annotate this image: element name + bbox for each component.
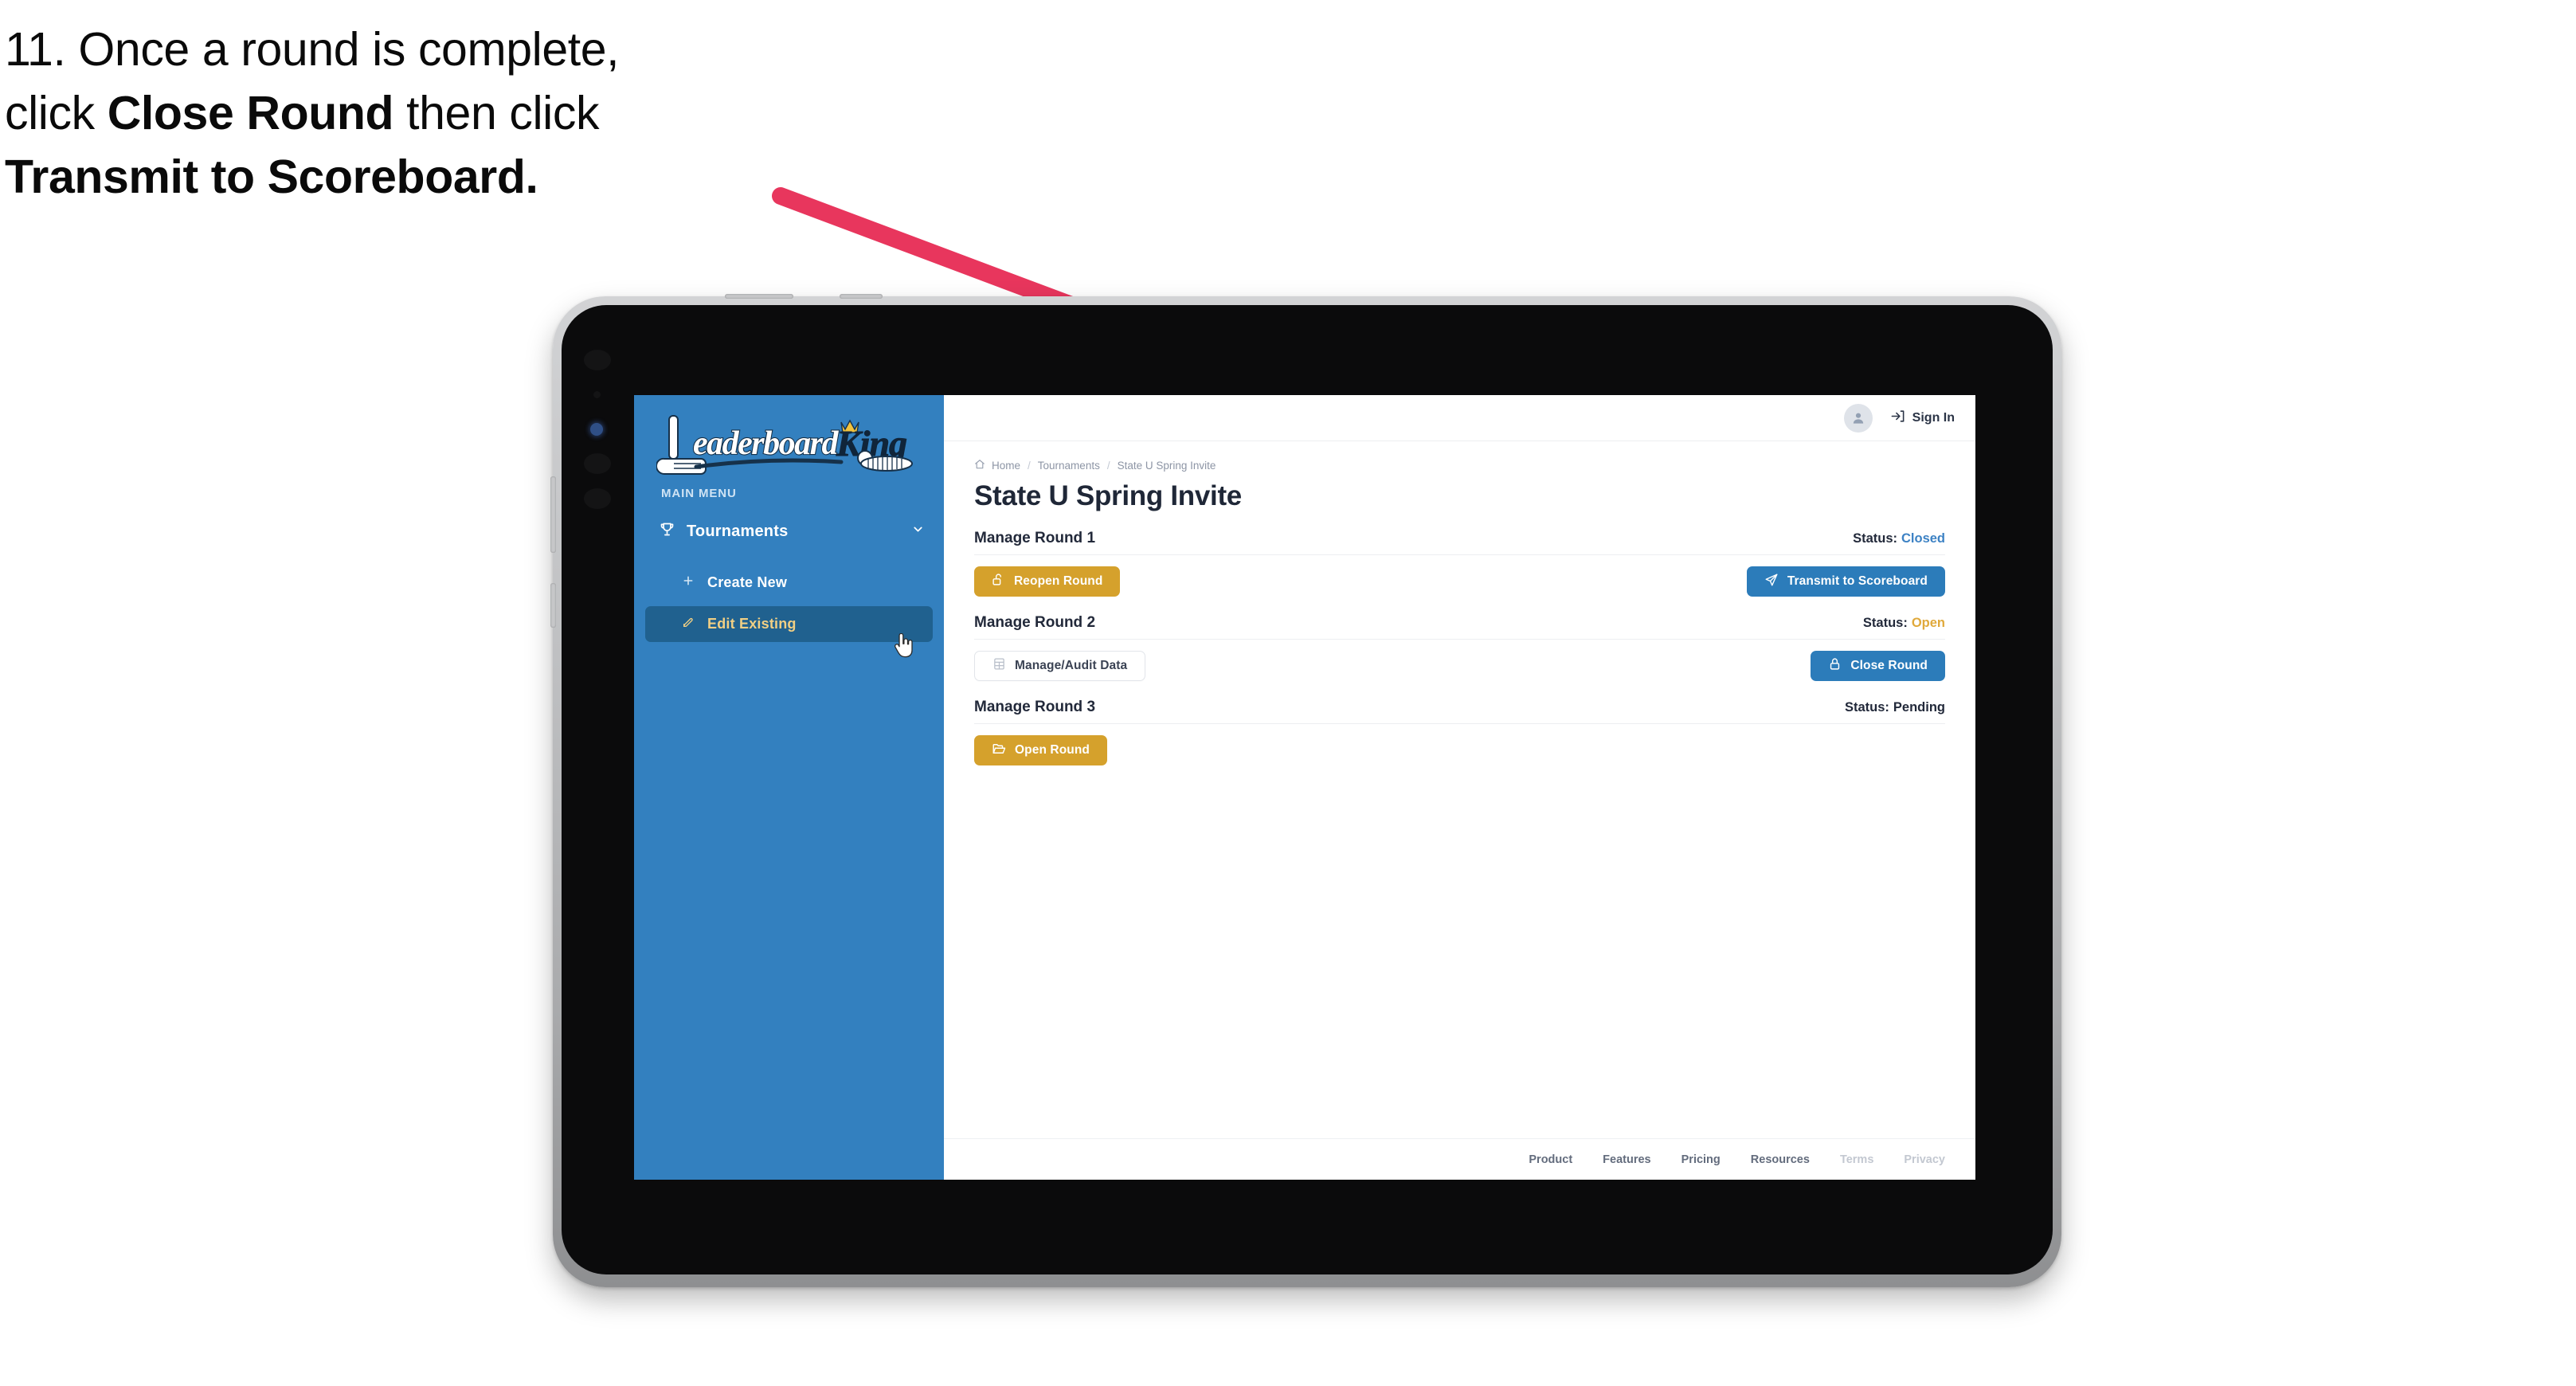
button-label: Transmit to Scoreboard bbox=[1787, 574, 1928, 588]
round-header: Manage Round 3 Status: Pending bbox=[974, 699, 1945, 724]
reopen-round-button[interactable]: Reopen Round bbox=[974, 566, 1121, 597]
breadcrumb-separator: / bbox=[1106, 460, 1110, 472]
breadcrumb: Home / Tournaments / State U Spring Invi… bbox=[974, 459, 1945, 472]
button-label: Open Round bbox=[1015, 743, 1090, 757]
tablet-status-led bbox=[590, 423, 603, 436]
tablet-volume-button[interactable] bbox=[550, 583, 556, 628]
round-actions: Reopen Round Transmit to Scoreboard bbox=[974, 566, 1945, 597]
status-value: Pending bbox=[1893, 700, 1945, 715]
sidebar-item-tournaments[interactable]: Tournaments bbox=[645, 513, 933, 550]
status-value: Closed bbox=[1901, 531, 1945, 546]
status-badge: Status: Closed bbox=[1853, 531, 1945, 546]
round-title: Manage Round 1 bbox=[974, 530, 1096, 546]
breadcrumb-item-tournaments[interactable]: Tournaments bbox=[1038, 460, 1100, 472]
status-badge: Status: Pending bbox=[1845, 700, 1945, 715]
svg-text:eaderboard: eaderboard bbox=[693, 425, 839, 462]
breadcrumb-label: Home bbox=[992, 460, 1021, 472]
open-round-button[interactable]: Open Round bbox=[974, 735, 1107, 765]
sign-in-button[interactable]: Sign In bbox=[1890, 409, 1955, 428]
breadcrumb-item-home[interactable]: Home bbox=[974, 459, 1020, 472]
sidebar-item-create-new[interactable]: Create New bbox=[645, 565, 933, 601]
round-actions: Manage/Audit Data Close Round bbox=[974, 651, 1945, 681]
sidebar-item-label: Edit Existing bbox=[707, 616, 797, 632]
caption-line-1-text: 11. Once a round is complete, bbox=[5, 23, 620, 76]
status-value: Open bbox=[1911, 616, 1945, 630]
footer-link-features[interactable]: Features bbox=[1603, 1153, 1650, 1166]
tablet-speaker-sensor-1 bbox=[584, 453, 611, 474]
status-label: Status: bbox=[1853, 531, 1897, 546]
app-screen: eaderboard King MAIN MENU Tournaments Cr… bbox=[634, 395, 1975, 1180]
plus-icon bbox=[682, 574, 695, 591]
table-grid-icon bbox=[992, 657, 1006, 675]
round-block-3: Manage Round 3 Status: Pending Open Roun… bbox=[974, 699, 1945, 765]
sign-in-label: Sign In bbox=[1912, 410, 1955, 425]
sidebar-item-label: Create New bbox=[707, 574, 788, 590]
round-title: Manage Round 2 bbox=[974, 614, 1096, 631]
unlock-icon bbox=[992, 573, 1005, 590]
chevron-down-icon[interactable] bbox=[911, 523, 925, 540]
round-block-2: Manage Round 2 Status: Open Manage/Audit… bbox=[974, 614, 1945, 681]
main-content: Sign In Home / Tournaments / State U Spr… bbox=[944, 395, 1975, 1180]
folder-open-icon bbox=[992, 742, 1006, 760]
trophy-icon bbox=[659, 521, 675, 542]
round-actions: Open Round bbox=[974, 735, 1945, 765]
caption-line-1: 11. Once a round is complete, bbox=[5, 18, 881, 81]
instruction-caption: 11. Once a round is complete, click Clos… bbox=[5, 18, 881, 209]
content-area: Home / Tournaments / State U Spring Invi… bbox=[944, 441, 1975, 1138]
status-badge: Status: Open bbox=[1863, 616, 1945, 631]
tablet-camera-sensor bbox=[584, 350, 611, 370]
sidebar-item-edit-existing[interactable]: Edit Existing bbox=[645, 606, 933, 642]
footer-nav: Product Features Pricing Resources Terms… bbox=[944, 1138, 1975, 1180]
page-root: 11. Once a round is complete, click Clos… bbox=[0, 0, 2576, 1386]
user-avatar-icon[interactable] bbox=[1843, 403, 1873, 433]
footer-link-terms[interactable]: Terms bbox=[1840, 1153, 1873, 1166]
round-title: Manage Round 3 bbox=[974, 699, 1096, 715]
top-bar: Sign In bbox=[944, 395, 1975, 441]
footer-link-privacy[interactable]: Privacy bbox=[1904, 1153, 1945, 1166]
button-label: Reopen Round bbox=[1014, 574, 1103, 588]
caption-transmit-emph: Transmit to Scoreboard. bbox=[5, 151, 538, 204]
tablet-mic-sensor bbox=[593, 391, 601, 398]
caption-close-round-emph: Close Round bbox=[107, 87, 394, 140]
page-title: State U Spring Invite bbox=[974, 480, 1242, 511]
sidebar: eaderboard King MAIN MENU Tournaments Cr… bbox=[634, 395, 944, 1180]
app-logo[interactable]: eaderboard King bbox=[655, 413, 919, 475]
pointer-hand-cursor bbox=[892, 632, 914, 659]
close-round-button[interactable]: Close Round bbox=[1811, 651, 1945, 681]
breadcrumb-separator: / bbox=[1028, 460, 1031, 472]
round-header: Manage Round 1 Status: Closed bbox=[974, 530, 1945, 555]
breadcrumb-item-current: State U Spring Invite bbox=[1117, 460, 1216, 472]
caption-line-3: Transmit to Scoreboard. bbox=[5, 145, 881, 209]
paper-plane-icon bbox=[1764, 573, 1779, 591]
transmit-to-scoreboard-button[interactable]: Transmit to Scoreboard bbox=[1746, 566, 1945, 597]
sidebar-item-label: Tournaments bbox=[687, 522, 789, 540]
footer-link-product[interactable]: Product bbox=[1529, 1153, 1572, 1166]
pencil-square-icon bbox=[682, 616, 695, 632]
tablet-top-slot-2 bbox=[840, 294, 883, 299]
caption-line-2: click Close Round then click bbox=[5, 87, 600, 140]
round-header: Manage Round 2 Status: Open bbox=[974, 614, 1945, 640]
tablet-speaker-sensor-2 bbox=[584, 488, 611, 509]
round-block-1: Manage Round 1 Status: Closed Reopen Rou… bbox=[974, 530, 1945, 597]
sidebar-section-label: MAIN MENU bbox=[661, 487, 737, 500]
status-label: Status: bbox=[1862, 616, 1908, 630]
footer-link-pricing[interactable]: Pricing bbox=[1681, 1153, 1721, 1166]
sign-in-arrow-icon bbox=[1890, 409, 1905, 428]
home-icon bbox=[974, 459, 985, 472]
button-label: Manage/Audit Data bbox=[1015, 659, 1128, 672]
tablet-top-slot-1 bbox=[725, 294, 793, 299]
status-label: Status: bbox=[1844, 700, 1889, 715]
footer-link-resources[interactable]: Resources bbox=[1751, 1153, 1810, 1166]
lock-icon bbox=[1828, 657, 1842, 675]
button-label: Close Round bbox=[1850, 659, 1928, 672]
manage-audit-data-button[interactable]: Manage/Audit Data bbox=[974, 651, 1146, 681]
tablet-power-button[interactable] bbox=[550, 476, 556, 553]
